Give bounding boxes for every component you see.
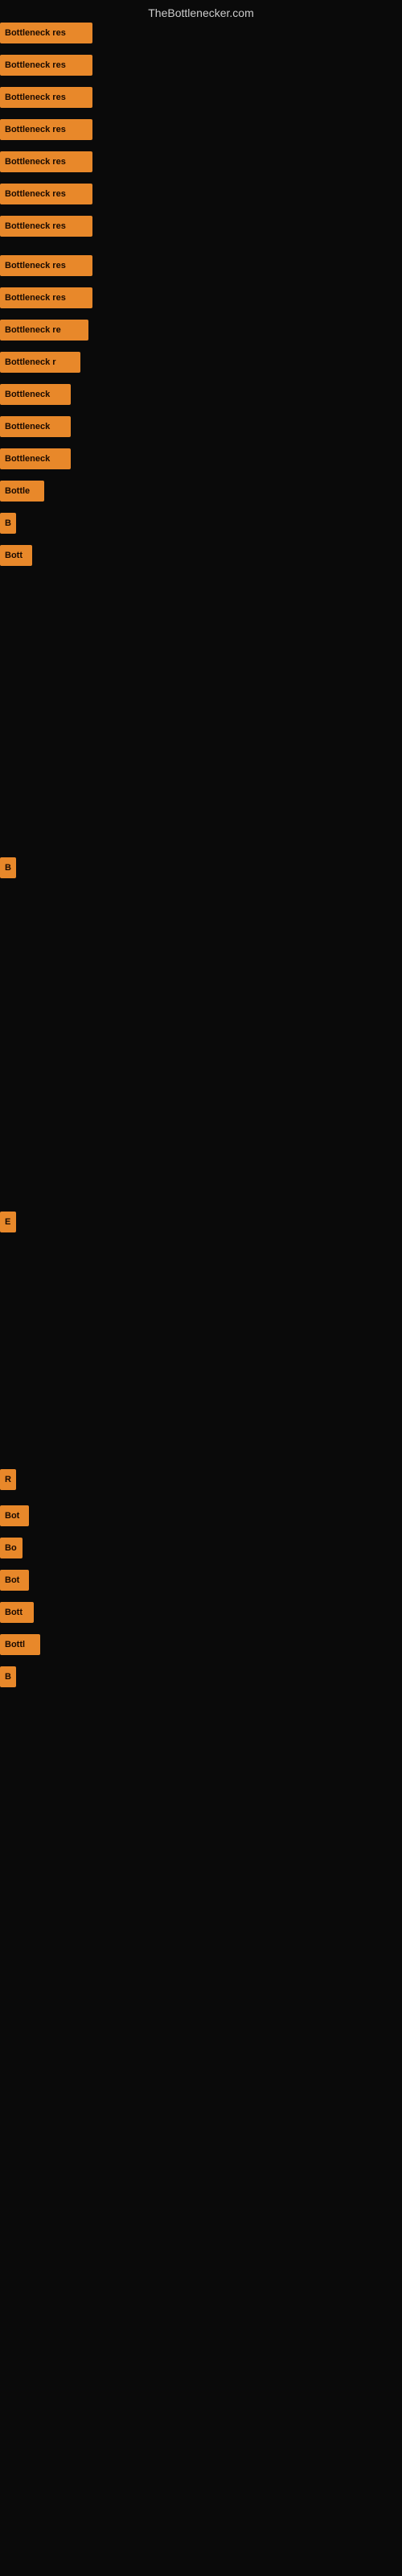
bottleneck-button[interactable]: Bott <box>0 1602 34 1623</box>
bottleneck-button[interactable]: Bottleneck res <box>0 23 92 43</box>
bottleneck-button[interactable]: Bottleneck res <box>0 184 92 204</box>
bottleneck-button[interactable]: Bottleneck <box>0 448 71 469</box>
bottleneck-button[interactable]: Bottle <box>0 481 44 502</box>
bottleneck-button[interactable]: Bottleneck re <box>0 320 88 341</box>
bottleneck-button[interactable]: Bottleneck res <box>0 119 92 140</box>
bottleneck-button[interactable]: Bot <box>0 1505 29 1526</box>
bottleneck-button[interactable]: B <box>0 857 16 878</box>
bottleneck-button[interactable]: Bot <box>0 1570 29 1591</box>
bottleneck-button[interactable]: Bottleneck <box>0 384 71 405</box>
bottleneck-button[interactable]: E <box>0 1212 16 1232</box>
bottleneck-button[interactable]: B <box>0 513 16 534</box>
bottleneck-button[interactable]: Bottleneck res <box>0 287 92 308</box>
bottleneck-button[interactable]: Bottleneck res <box>0 151 92 172</box>
bottleneck-button[interactable]: Bottleneck res <box>0 55 92 76</box>
bottleneck-button[interactable]: Bottleneck res <box>0 255 92 276</box>
bottleneck-button[interactable]: Bottleneck res <box>0 87 92 108</box>
bottleneck-button[interactable]: B <box>0 1666 16 1687</box>
bottleneck-button[interactable]: Bottleneck res <box>0 216 92 237</box>
bottleneck-button[interactable]: Bo <box>0 1538 23 1558</box>
bottleneck-button[interactable]: Bott <box>0 545 32 566</box>
site-title: TheBottlenecker.com <box>0 0 402 23</box>
bottleneck-button[interactable]: Bottl <box>0 1634 40 1655</box>
bottleneck-button[interactable]: Bottleneck r <box>0 352 80 373</box>
bottleneck-button[interactable]: Bottleneck <box>0 416 71 437</box>
bottleneck-button[interactable]: R <box>0 1469 16 1490</box>
